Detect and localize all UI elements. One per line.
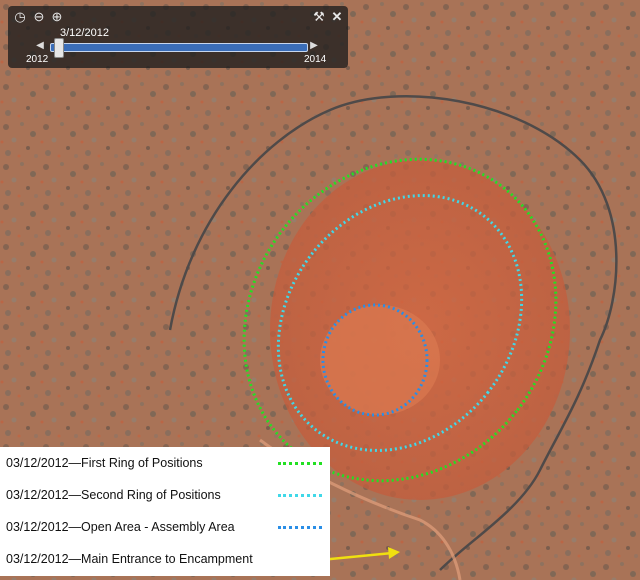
time-slider-track[interactable] bbox=[50, 38, 308, 58]
map-legend: 03/12/2012—First Ring of Positions 03/12… bbox=[0, 447, 330, 576]
clock-icon[interactable]: ◷ bbox=[13, 10, 27, 24]
end-year-label: 2014 bbox=[304, 54, 327, 65]
cyan-dotted-swatch bbox=[278, 494, 322, 497]
step-back-icon[interactable]: ◀ bbox=[34, 39, 46, 53]
legend-item-main-entrance: 03/12/2012—Main Entrance to Encampment bbox=[6, 549, 326, 569]
step-forward-icon[interactable]: ▶ bbox=[308, 39, 320, 53]
blue-dotted-swatch bbox=[278, 526, 322, 529]
time-slider-thumb[interactable] bbox=[54, 38, 64, 58]
legend-item-assembly-area: 03/12/2012—Open Area - Assembly Area bbox=[6, 517, 326, 537]
legend-item-first-ring: 03/12/2012—First Ring of Positions bbox=[6, 453, 326, 473]
legend-label: 03/12/2012—Main Entrance to Encampment bbox=[6, 552, 253, 566]
legend-label: 03/12/2012—First Ring of Positions bbox=[6, 456, 203, 470]
close-icon[interactable]: ✕ bbox=[330, 10, 344, 24]
zoom-out-icon[interactable]: ⊖ bbox=[32, 10, 46, 24]
zoom-in-icon[interactable]: ⊕ bbox=[50, 10, 64, 24]
wrench-icon[interactable]: ⚒ bbox=[312, 10, 326, 24]
legend-label: 03/12/2012—Open Area - Assembly Area bbox=[6, 520, 235, 534]
time-slider-panel: ◷ ⊖ ⊕ ⚒ ✕ 3/12/2012 ◀ ▶ 2012 2014 bbox=[8, 6, 348, 68]
current-date-label: 3/12/2012 bbox=[60, 27, 109, 39]
green-dotted-swatch bbox=[278, 462, 322, 465]
start-year-label: 2012 bbox=[26, 54, 49, 65]
legend-item-second-ring: 03/12/2012—Second Ring of Positions bbox=[6, 485, 326, 505]
legend-label: 03/12/2012—Second Ring of Positions bbox=[6, 488, 221, 502]
